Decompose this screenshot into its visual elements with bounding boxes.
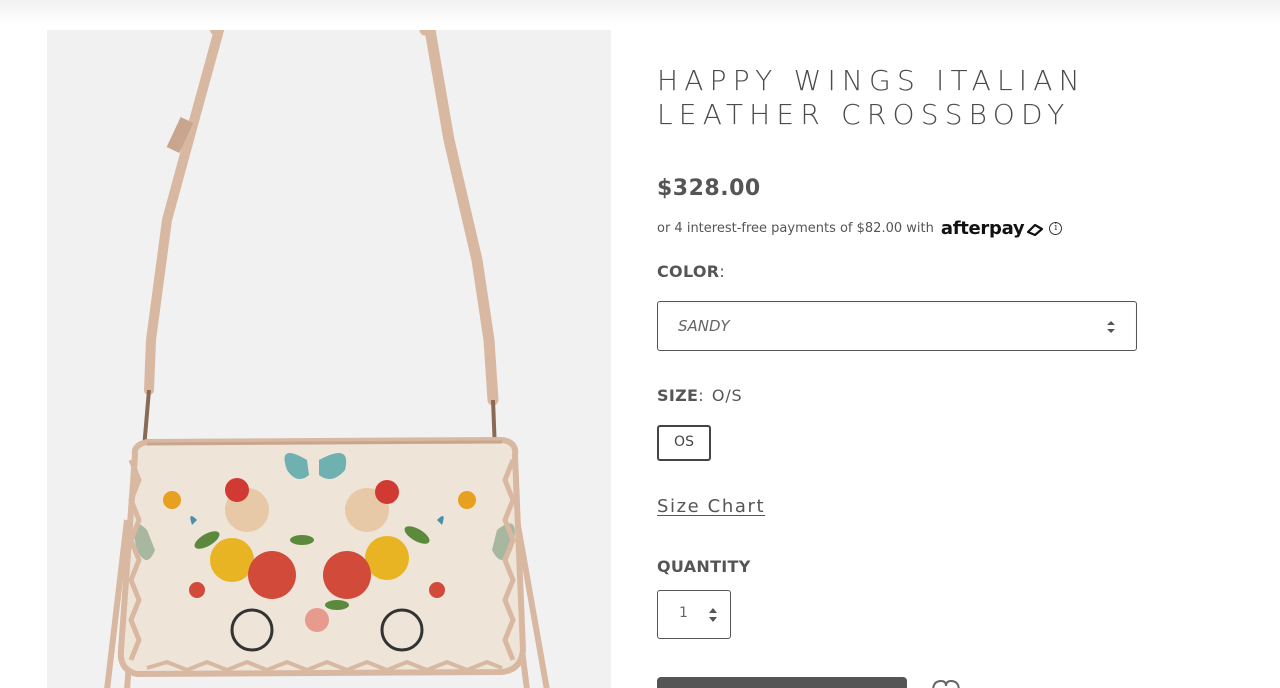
color-label-colon: : <box>719 262 726 281</box>
quantity-label: QUANTITY <box>657 557 751 576</box>
info-icon[interactable]: i <box>1049 222 1063 235</box>
color-label-text: COLOR <box>657 262 720 281</box>
product-title: HAPPY WINGS ITALIAN LEATHER CROSSBODY <box>657 64 1086 131</box>
product-details: HAPPY WINGS ITALIAN LEATHER CROSSBODY $3… <box>657 0 1217 688</box>
updown-chevron-icon <box>1107 321 1115 333</box>
size-label: SIZE: O/S <box>657 386 742 405</box>
afterpay-text: or 4 interest-free payments of $82.00 wi… <box>657 221 934 236</box>
product-image[interactable] <box>47 30 611 688</box>
afterpay-logo: afterpay <box>941 218 1045 239</box>
color-label: COLOR: <box>657 262 725 281</box>
size-chart-link[interactable]: Size Chart <box>657 496 765 517</box>
size-selected-value: O/S <box>711 386 743 405</box>
spinner-icon[interactable] <box>708 605 718 625</box>
color-select[interactable]: SANDY <box>657 301 1137 351</box>
size-option-os[interactable]: OS <box>657 425 711 461</box>
heart-icon <box>932 679 960 688</box>
afterpay-message: or 4 interest-free payments of $82.00 wi… <box>657 218 1063 239</box>
color-select-value: SANDY <box>678 317 730 335</box>
crossbody-bag-illustration <box>104 30 550 688</box>
afterpay-brand: afterpay <box>940 218 1025 239</box>
wishlist-button[interactable] <box>931 677 961 688</box>
quantity-stepper[interactable]: 1 <box>657 590 731 639</box>
afterpay-loop-icon <box>1027 223 1044 236</box>
add-to-cart-button[interactable] <box>657 677 907 688</box>
quantity-value[interactable]: 1 <box>679 605 688 621</box>
product-price: $328.00 <box>657 176 761 201</box>
size-label-colon: : <box>698 386 704 405</box>
size-label-text: SIZE <box>657 386 699 405</box>
